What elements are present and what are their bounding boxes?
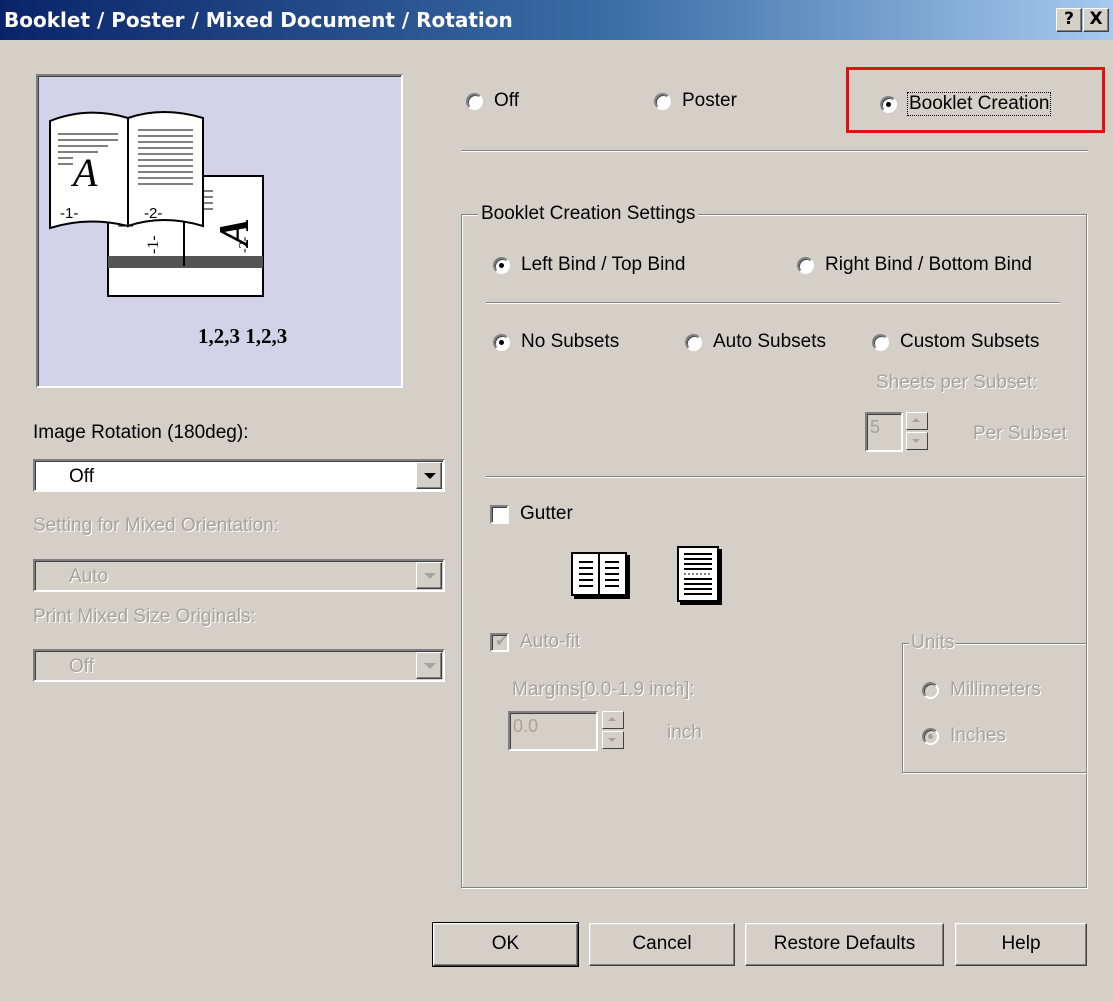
page-lines-icon [684, 553, 712, 595]
left-bind-label: Left Bind / Top Bind [521, 254, 686, 275]
radio-icon [685, 334, 702, 351]
subset-spin-up[interactable] [906, 412, 928, 430]
spin-up-icon [912, 418, 920, 422]
checkbox-icon: ✔ [490, 633, 509, 652]
mixed-orientation-value: Auto [69, 566, 109, 587]
help-title-button[interactable]: ? [1056, 8, 1082, 32]
check-icon: ✔ [495, 633, 509, 650]
cancel-button[interactable]: Cancel [589, 923, 735, 966]
units-title: Units [909, 632, 957, 654]
units-group: Units [902, 632, 1087, 773]
mixed-size-dropdown-button[interactable] [416, 652, 442, 679]
page-num-front-2: -2- [144, 205, 162, 222]
image-rotation-label: Image Rotation (180deg): [33, 422, 249, 443]
radio-icon [872, 334, 889, 351]
close-button[interactable]: X [1083, 8, 1109, 32]
inch-label: inch [667, 722, 702, 743]
margins-label: Margins[0.0-1.9 inch]: [512, 679, 695, 700]
subset-count-input[interactable]: 5 [865, 412, 903, 452]
spin-up-icon [608, 717, 616, 721]
radio-icon [466, 93, 483, 110]
margin-input[interactable]: 0.0 [508, 711, 598, 751]
millimeters-label: Millimeters [950, 679, 1041, 700]
gutter-label: Gutter [520, 503, 573, 524]
mode-booklet-label: Booklet Creation [906, 92, 1052, 116]
radio-icon [922, 682, 939, 699]
letter-a-front: A [70, 150, 98, 195]
right-bind-label: Right Bind / Bottom Bind [825, 254, 1032, 275]
mixed-size-label: Print Mixed Size Originals: [33, 606, 256, 627]
booklet-preview: -1- A -2- A -1- -2- 1,2,3 1,2,3 [36, 74, 403, 388]
mode-poster-label: Poster [682, 90, 737, 111]
radio-icon [922, 728, 939, 745]
separator [486, 302, 1060, 304]
book-spread-icon [579, 554, 619, 594]
mixed-size-value: Off [69, 656, 94, 677]
chevron-down-icon [424, 573, 436, 579]
chevron-down-icon [424, 663, 436, 669]
page-num-back-1: -1- [145, 235, 162, 254]
spin-down-icon [608, 738, 616, 742]
booklet-illustration: -1- A -2- A -1- -2- [49, 111, 264, 297]
image-rotation-select[interactable]: Off [33, 459, 445, 492]
title-bar: Booklet / Poster / Mixed Document / Rota… [0, 0, 1113, 40]
window-title: Booklet / Poster / Mixed Document / Rota… [4, 8, 513, 32]
radio-icon [880, 96, 897, 113]
page-num-front-1: -1- [60, 205, 78, 222]
checkbox-icon [490, 505, 509, 524]
mixed-orientation-label: Setting for Mixed Orientation: [33, 515, 280, 536]
booklet-settings-title: Booklet Creation Settings [478, 203, 699, 225]
help-button[interactable]: Help [955, 923, 1087, 966]
mixed-size-select[interactable]: Off [33, 649, 445, 682]
gutter-left-bind-icon[interactable] [571, 552, 627, 596]
separator [486, 476, 1085, 478]
booklet-settings-group: Booklet Creation Settings [461, 203, 1087, 888]
auto-subsets-label: Auto Subsets [713, 331, 827, 352]
separator [461, 150, 1088, 152]
no-subsets-label: No Subsets [521, 331, 620, 352]
chevron-down-icon [424, 473, 436, 479]
image-rotation-value: Off [69, 466, 94, 487]
sheets-per-subset-label: Sheets per Subset: [876, 372, 1038, 393]
mixed-orientation-select[interactable]: Auto [33, 559, 445, 592]
spin-down-icon [912, 439, 920, 443]
per-subset-label: Per Subset [973, 423, 1067, 444]
preview-caption: 1,2,3 1,2,3 [198, 324, 288, 348]
page-num-back-2: -2- [237, 236, 252, 253]
margin-spin-down[interactable] [602, 731, 624, 749]
restore-defaults-button[interactable]: Restore Defaults [745, 923, 944, 966]
mixed-orientation-dropdown-button[interactable] [416, 562, 442, 589]
ok-button[interactable]: OK [432, 922, 579, 967]
radio-icon [797, 257, 814, 274]
margin-spin-up[interactable] [602, 711, 624, 729]
image-rotation-dropdown-button[interactable] [416, 462, 442, 489]
subset-spin-down[interactable] [906, 432, 928, 450]
auto-fit-label: Auto-fit [520, 631, 581, 652]
radio-icon [493, 334, 510, 351]
mode-off-label: Off [494, 90, 519, 111]
custom-subsets-label: Custom Subsets [900, 331, 1040, 352]
inches-label: Inches [950, 725, 1006, 746]
radio-icon [654, 93, 671, 110]
gutter-top-bind-icon[interactable] [677, 546, 719, 602]
radio-icon [493, 257, 510, 274]
